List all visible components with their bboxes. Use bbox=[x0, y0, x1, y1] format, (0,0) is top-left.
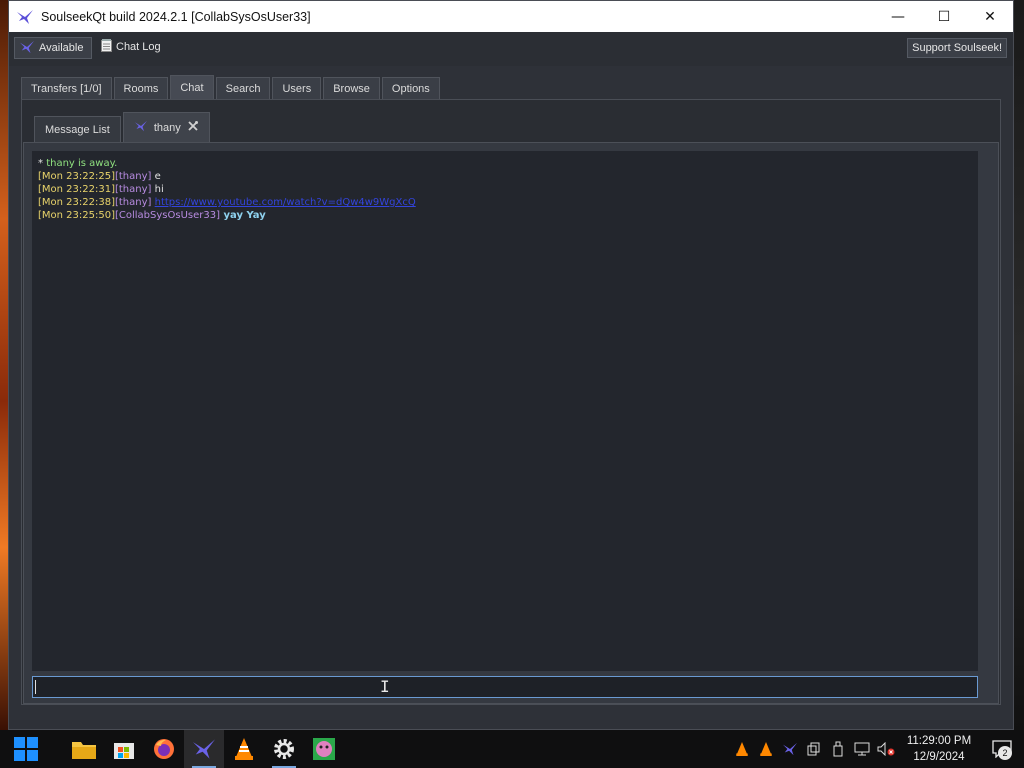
chat-message-input[interactable]: I bbox=[32, 676, 978, 698]
settings-icon[interactable] bbox=[264, 730, 304, 768]
tab-message-list[interactable]: Message List bbox=[34, 116, 121, 142]
soulseek-icon[interactable] bbox=[184, 730, 224, 768]
notepad-icon bbox=[101, 39, 112, 55]
chat-log-label: Chat Log bbox=[116, 41, 161, 53]
ibeam-cursor-icon: I bbox=[380, 677, 390, 696]
chat-message: [Mon 23:22:31][thany] hi bbox=[38, 183, 972, 196]
title-bar[interactable]: SoulseekQt build 2024.2.1 [CollabSysOsUs… bbox=[9, 1, 1013, 32]
vlc-tray-icon[interactable] bbox=[730, 730, 754, 768]
chat-message: [Mon 23:22:38][thany] https://www.youtub… bbox=[38, 196, 972, 209]
clock-date: 12/9/2024 bbox=[913, 751, 965, 763]
support-soulseek-button[interactable]: Support Soulseek! bbox=[907, 38, 1007, 58]
soulseek-bird-icon bbox=[134, 120, 148, 135]
app-icon[interactable] bbox=[304, 730, 344, 768]
chat-frame: * thany is away. [Mon 23:22:25][thany] e… bbox=[23, 142, 999, 704]
message-timestamp: [Mon 23:22:38] bbox=[38, 197, 115, 208]
text-caret bbox=[35, 680, 36, 694]
tab-search[interactable]: Search bbox=[215, 77, 271, 99]
soulseek-bird-icon bbox=[19, 40, 35, 57]
message-text: hi bbox=[151, 184, 164, 195]
maximize-button[interactable]: ☐ bbox=[921, 1, 967, 32]
clock-time: 11:29:00 PM bbox=[906, 735, 972, 747]
tab-transfers[interactable]: Transfers [1/0] bbox=[21, 77, 112, 99]
chat-message-log[interactable]: * thany is away. [Mon 23:22:25][thany] e… bbox=[32, 151, 978, 671]
status-prefix: * bbox=[38, 158, 47, 169]
status-available-button[interactable]: Available bbox=[14, 37, 92, 59]
tab-browse[interactable]: Browse bbox=[323, 77, 380, 99]
chat-log-button[interactable]: Chat Log bbox=[101, 39, 161, 55]
message-timestamp: [Mon 23:25:50] bbox=[38, 210, 115, 221]
message-username[interactable]: [thany] bbox=[115, 197, 151, 208]
chat-status-line: * thany is away. bbox=[38, 157, 972, 170]
message-username[interactable]: [thany] bbox=[115, 184, 151, 195]
toolbar: Available Chat Log Support Soulseek! bbox=[9, 32, 1013, 66]
main-tab-bar: Transfers [1/0] Rooms Chat Search Users … bbox=[21, 75, 440, 99]
tab-rooms[interactable]: Rooms bbox=[113, 77, 169, 99]
message-username[interactable]: [thany] bbox=[115, 171, 151, 182]
tab-options[interactable]: Options bbox=[381, 77, 440, 99]
chat-tab-label: thany bbox=[153, 121, 181, 134]
status-label: Available bbox=[39, 42, 84, 54]
windows-start-icon[interactable] bbox=[6, 730, 46, 768]
usb-device-icon[interactable] bbox=[826, 730, 850, 768]
system-tray: 11:29:00 PM 12/9/2024 2 bbox=[730, 730, 1024, 768]
microsoft-store-icon[interactable] bbox=[104, 730, 144, 768]
message-text: yay Yay bbox=[220, 210, 266, 221]
message-timestamp: [Mon 23:22:31] bbox=[38, 184, 115, 195]
window-title: SoulseekQt build 2024.2.1 [CollabSysOsUs… bbox=[41, 9, 311, 24]
file-explorer-icon[interactable] bbox=[64, 730, 104, 768]
tab-users[interactable]: Users bbox=[272, 77, 322, 99]
volume-muted-icon[interactable] bbox=[874, 730, 898, 768]
desktop-background-right bbox=[1014, 0, 1024, 730]
minimize-button[interactable]: — bbox=[875, 1, 921, 32]
soulseek-window: SoulseekQt build 2024.2.1 [CollabSysOsUs… bbox=[8, 0, 1014, 730]
vlc-tray-icon[interactable] bbox=[754, 730, 778, 768]
copy-tray-icon[interactable] bbox=[802, 730, 826, 768]
notification-center-button[interactable]: 2 bbox=[980, 730, 1024, 768]
chat-message: [Mon 23:22:25][thany] e bbox=[38, 170, 972, 183]
tab-chat[interactable]: Chat bbox=[170, 75, 214, 99]
network-icon[interactable] bbox=[850, 730, 874, 768]
vlc-icon[interactable] bbox=[224, 730, 264, 768]
close-button[interactable]: ✕ bbox=[967, 1, 1013, 32]
away-status-text: thany is away. bbox=[46, 158, 118, 169]
chat-tab-bar: Message List thany bbox=[34, 112, 210, 142]
close-tab-icon[interactable] bbox=[187, 120, 199, 135]
chat-panel: Message List thany * thany is away. [Mon… bbox=[21, 99, 1001, 705]
tab-chat-thany[interactable]: thany bbox=[122, 112, 210, 142]
notification-count-badge: 2 bbox=[998, 746, 1012, 760]
soulseek-bird-icon bbox=[15, 7, 35, 27]
desktop-background-left bbox=[0, 0, 8, 730]
taskbar-clock[interactable]: 11:29:00 PM 12/9/2024 bbox=[898, 733, 980, 765]
message-link[interactable]: https://www.youtube.com/watch?v=dQw4w9Wg… bbox=[155, 197, 416, 208]
windows-taskbar: 11:29:00 PM 12/9/2024 2 bbox=[0, 730, 1024, 768]
chat-message: [Mon 23:25:50][CollabSysOsUser33] yay Ya… bbox=[38, 209, 972, 222]
message-username[interactable]: [CollabSysOsUser33] bbox=[115, 210, 220, 221]
soulseek-tray-icon[interactable] bbox=[778, 730, 802, 768]
message-text: e bbox=[151, 171, 161, 182]
firefox-icon[interactable] bbox=[144, 730, 184, 768]
message-timestamp: [Mon 23:22:25] bbox=[38, 171, 115, 182]
